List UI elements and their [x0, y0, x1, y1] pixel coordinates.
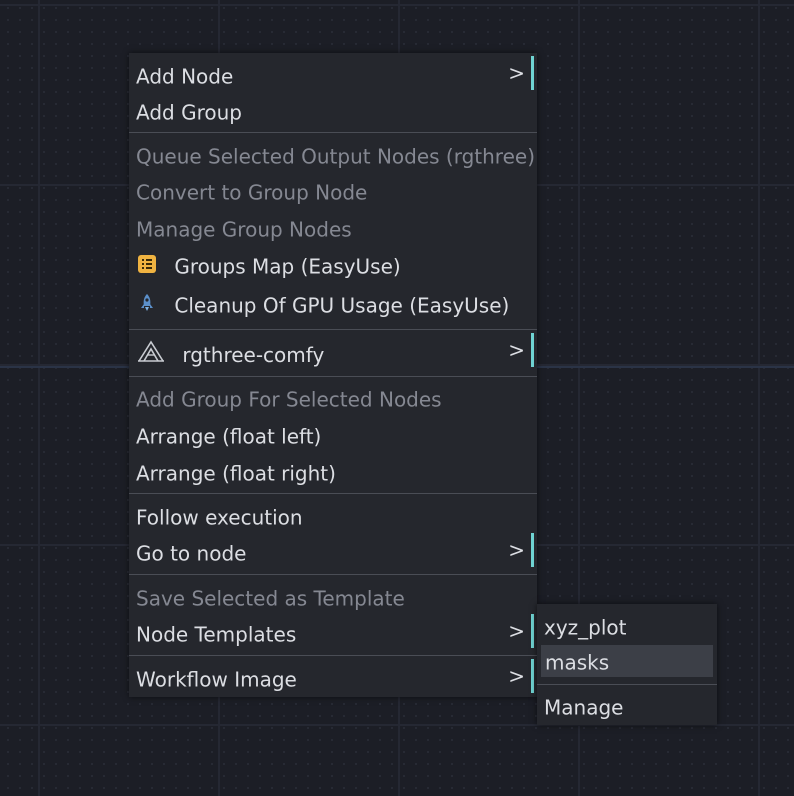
menu-item-node-templates[interactable]: Node Templates > [129, 614, 537, 648]
chevron-right-icon: > [508, 619, 525, 643]
menu-item-label: masks [545, 650, 610, 675]
menu-item-rgthree-comfy[interactable]: rgthree-comfy > [129, 333, 537, 371]
canvas-context-menu: Add Node > Add Group Queue Selected Outp… [129, 53, 537, 697]
template-item-manage[interactable]: Manage [537, 693, 717, 721]
menu-item-label: Manage Group Nodes [136, 217, 352, 242]
menu-item-label: Convert to Group Node [136, 180, 368, 205]
submenu-indicator [531, 614, 534, 648]
node-templates-submenu: xyz_plot masks Manage [537, 604, 717, 725]
menu-item-arrange-float-left[interactable]: Arrange (float left) [129, 422, 537, 450]
menu-item-workflow-image[interactable]: Workflow Image > [129, 659, 537, 693]
menu-item-save-selected-as-template: Save Selected as Template [129, 584, 537, 612]
menu-separator [129, 329, 537, 330]
chevron-right-icon: > [508, 664, 525, 688]
chevron-right-icon: > [508, 338, 525, 362]
list-icon [136, 253, 158, 281]
menu-separator [537, 684, 717, 685]
menu-item-label: Groups Map (EasyUse) [174, 254, 401, 279]
menu-item-label: Cleanup Of GPU Usage (EasyUse) [174, 293, 510, 318]
menu-item-label: Add Group For Selected Nodes [136, 387, 442, 412]
menu-item-label: Add Node [136, 64, 234, 89]
submenu-indicator [531, 533, 534, 567]
menu-item-label: Node Templates [136, 622, 297, 647]
menu-item-label: Add Group [136, 100, 242, 125]
menu-item-label: Workflow Image [136, 667, 297, 692]
menu-item-convert-to-group-node: Convert to Group Node [129, 178, 537, 206]
menu-item-queue-selected-output-nodes: Queue Selected Output Nodes (rgthree) [129, 142, 537, 170]
menu-item-label: xyz_plot [544, 615, 627, 640]
menu-item-label: Manage [544, 695, 624, 720]
menu-item-label: Follow execution [136, 505, 303, 530]
menu-item-label: Arrange (float left) [136, 424, 322, 449]
menu-item-label: Arrange (float right) [136, 461, 336, 486]
menu-item-cleanup-gpu-usage[interactable]: Cleanup Of GPU Usage (EasyUse) [129, 291, 537, 320]
menu-item-groups-map[interactable]: Groups Map (EasyUse) [129, 252, 537, 281]
menu-separator [129, 376, 537, 377]
menu-item-manage-group-nodes: Manage Group Nodes [129, 215, 537, 243]
rocket-icon [136, 292, 158, 320]
menu-item-label: Save Selected as Template [136, 586, 405, 611]
menu-separator [129, 655, 537, 656]
chevron-right-icon: > [508, 61, 525, 85]
submenu-indicator [531, 659, 534, 693]
submenu-indicator [531, 56, 534, 90]
menu-item-arrange-float-right[interactable]: Arrange (float right) [129, 459, 537, 487]
rgthree-logo-icon [136, 339, 166, 371]
menu-separator [129, 493, 537, 494]
chevron-right-icon: > [508, 538, 525, 562]
menu-item-follow-execution[interactable]: Follow execution [129, 503, 537, 531]
menu-item-label: Queue Selected Output Nodes (rgthree) [136, 144, 536, 169]
menu-item-go-to-node[interactable]: Go to node > [129, 533, 537, 567]
submenu-indicator [531, 333, 534, 367]
menu-item-add-node[interactable]: Add Node > [129, 56, 537, 90]
menu-separator [129, 132, 537, 133]
menu-item-label: Go to node [136, 541, 247, 566]
menu-item-add-group[interactable]: Add Group [129, 98, 537, 126]
menu-separator [129, 574, 537, 575]
menu-item-label: rgthree-comfy [182, 343, 325, 367]
menu-item-add-group-for-selected-nodes: Add Group For Selected Nodes [129, 385, 537, 413]
template-item-xyz-plot[interactable]: xyz_plot [537, 613, 717, 641]
template-item-masks[interactable]: masks [541, 645, 713, 677]
